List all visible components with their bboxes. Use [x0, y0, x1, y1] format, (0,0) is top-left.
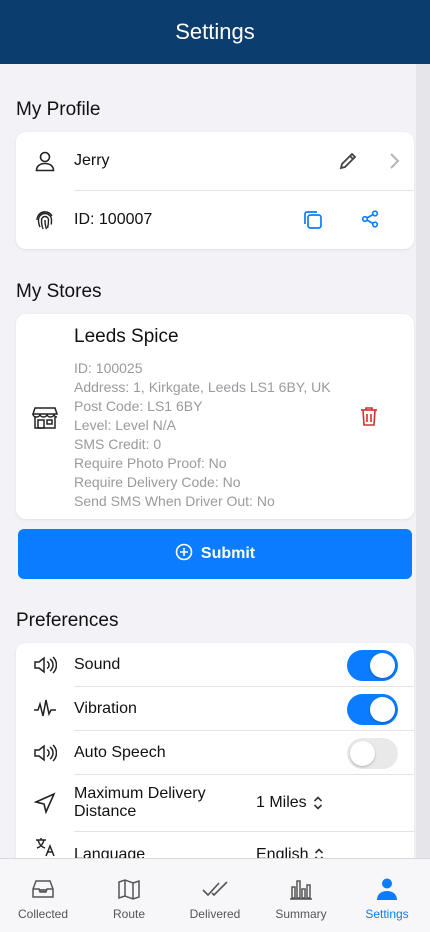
copy-icon[interactable]	[302, 209, 324, 236]
tab-delivered[interactable]: Delivered	[172, 859, 258, 932]
max-distance-value-select[interactable]: 1 Miles	[256, 794, 323, 812]
language-value: English	[256, 846, 309, 858]
speaker-icon	[32, 740, 58, 766]
translate-icon	[32, 834, 58, 858]
max-distance-value: 1 Miles	[256, 794, 307, 811]
sound-label: Sound	[74, 656, 121, 673]
double-check-icon	[202, 877, 228, 901]
pref-language-row[interactable]: Language English	[16, 832, 414, 858]
vibration-toggle-knob	[370, 697, 395, 722]
bottom-tab-bar: Collected Route Delivered Summary Settin…	[0, 858, 430, 932]
pref-auto-speech-row[interactable]: Auto Speech	[16, 731, 414, 775]
profile-card: Jerry ID: 100007	[16, 132, 414, 249]
tray-icon	[31, 877, 55, 901]
submit-button[interactable]: Submit	[18, 529, 412, 579]
tab-label: Route	[112, 907, 146, 921]
preferences-title: Preferences	[16, 610, 119, 631]
store-postcode: Post Code: LS1 6BY	[74, 398, 203, 414]
profile-name-row[interactable]: Jerry	[16, 132, 414, 190]
auto-speech-toggle-knob	[350, 741, 375, 766]
speaker-icon	[32, 652, 58, 678]
profile-id: ID: 100007	[74, 211, 153, 228]
store-card[interactable]: Leeds Spice ID: 100025 Address: 1, Kirkg…	[16, 314, 414, 519]
chevron-right-icon	[388, 152, 400, 175]
share-icon[interactable]	[360, 209, 380, 234]
settings-content[interactable]: My Profile Jerry ID: 100007 My Stores Le…	[0, 64, 430, 858]
edit-pencil-icon[interactable]	[338, 151, 358, 176]
tab-collected[interactable]: Collected	[0, 859, 86, 932]
max-distance-label: Maximum Delivery Distance	[74, 785, 206, 820]
vibration-wave-icon	[32, 696, 58, 722]
store-delivery-code: Require Delivery Code: No	[74, 474, 241, 490]
store-address: Address: 1, Kirkgate, Leeds LS1 6BY, UK	[74, 379, 331, 395]
language-label: Language	[74, 846, 146, 858]
auto-speech-label: Auto Speech	[74, 744, 166, 761]
store-sms-credit: SMS Credit: 0	[74, 436, 162, 452]
vibration-label: Vibration	[74, 700, 137, 717]
person-icon	[376, 877, 398, 901]
tab-summary[interactable]: Summary	[258, 859, 344, 932]
vibration-toggle[interactable]	[347, 694, 398, 725]
submit-label: Submit	[200, 545, 256, 562]
tab-label: Delivered	[189, 907, 241, 921]
store-level: Level: Level N/A	[74, 417, 176, 433]
pref-max-distance-row[interactable]: Maximum Delivery Distance 1 Miles	[16, 775, 414, 831]
preferences-card: Sound Vibration Auto Speech Maximum Deli…	[16, 643, 414, 858]
profile-name: Jerry	[74, 152, 110, 169]
tab-settings[interactable]: Settings	[344, 859, 430, 932]
language-value-select[interactable]: English	[256, 846, 324, 858]
user-icon	[32, 148, 58, 174]
store-name: Leeds Spice	[74, 326, 179, 347]
navigation-arrow-icon	[32, 790, 58, 816]
tab-label: Summary	[275, 907, 327, 921]
plus-circle-icon	[175, 543, 193, 566]
store-id: ID: 100025	[74, 360, 143, 376]
sound-toggle[interactable]	[347, 650, 398, 681]
store-send-sms: Send SMS When Driver Out: No	[74, 493, 275, 509]
tab-label: Collected	[17, 907, 69, 921]
sound-toggle-knob	[370, 653, 395, 678]
up-down-chevron-icon	[315, 848, 324, 858]
tab-label: Settings	[365, 907, 409, 921]
store-icon	[31, 404, 59, 435]
pref-sound-row[interactable]: Sound	[16, 643, 414, 687]
page-title: Settings	[175, 19, 255, 44]
pref-vibration-row[interactable]: Vibration	[16, 687, 414, 731]
map-icon	[117, 877, 141, 901]
my-profile-title: My Profile	[16, 99, 101, 120]
bar-chart-icon	[289, 877, 313, 901]
delete-trash-icon[interactable]	[360, 406, 378, 431]
my-stores-title: My Stores	[16, 281, 102, 302]
fingerprint-icon	[32, 207, 58, 233]
scrollbar-track[interactable]	[416, 64, 430, 858]
store-photo-proof: Require Photo Proof: No	[74, 455, 227, 471]
up-down-chevron-icon	[313, 796, 322, 810]
profile-id-row: ID: 100007	[16, 191, 414, 249]
tab-route[interactable]: Route	[86, 859, 172, 932]
header-bar: Settings	[0, 0, 430, 64]
auto-speech-toggle[interactable]	[347, 738, 398, 769]
